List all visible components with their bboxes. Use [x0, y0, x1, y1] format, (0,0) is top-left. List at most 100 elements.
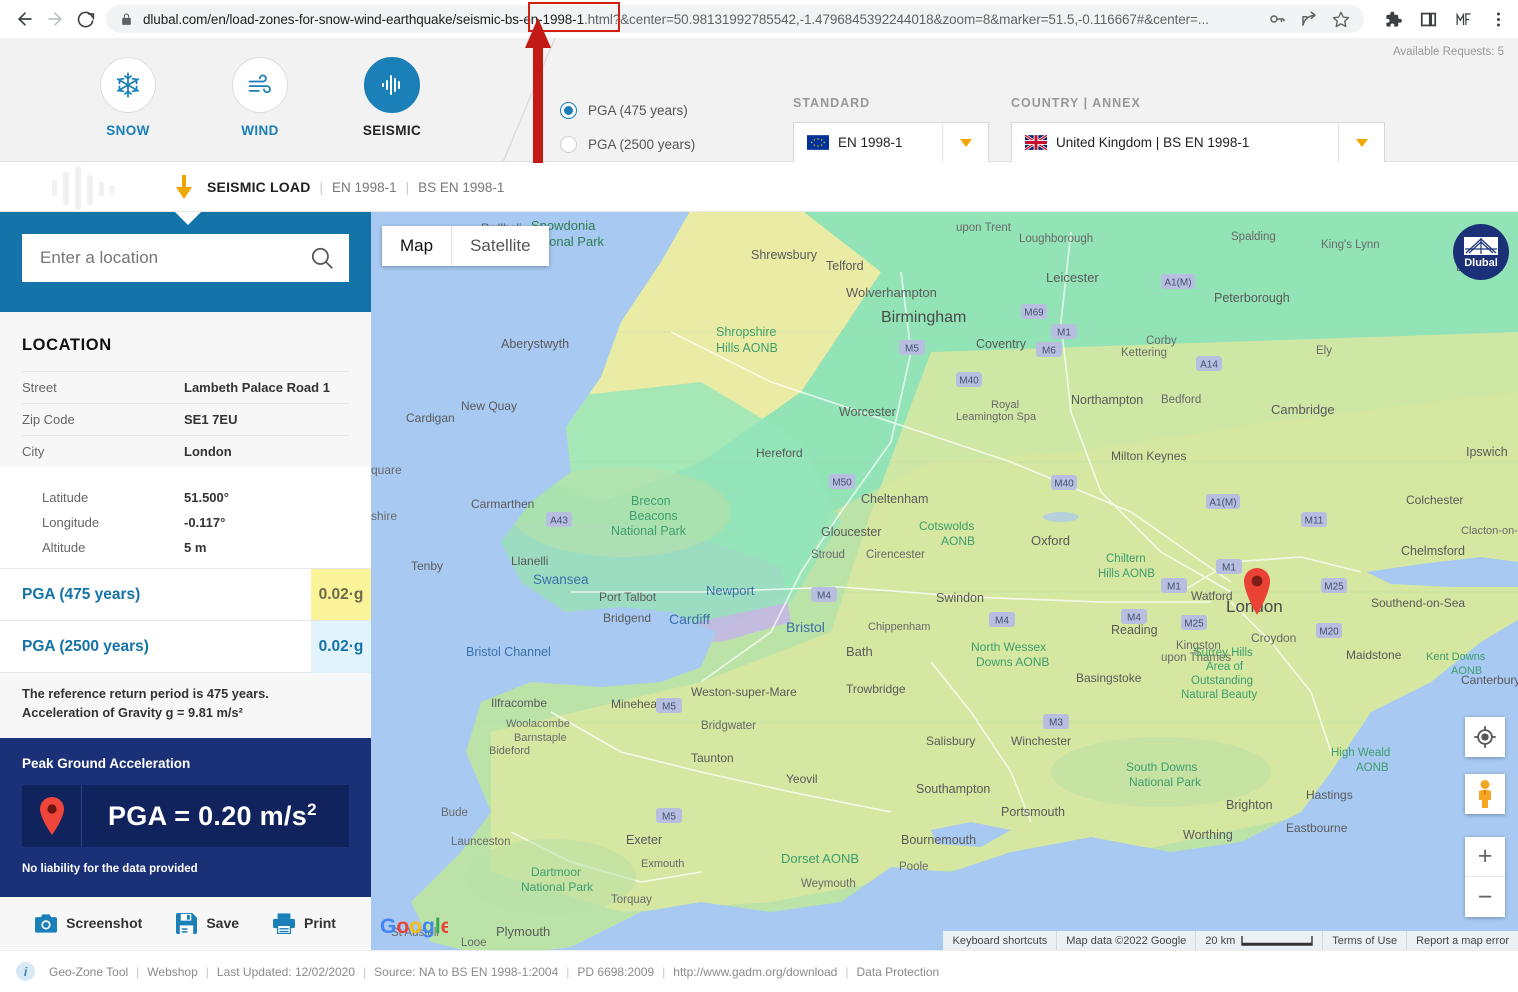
- map-data-credit: Map data ©2022 Google: [1056, 931, 1195, 950]
- map-pin-icon: [22, 785, 82, 848]
- country-label: COUNTRY | ANNEX: [1011, 96, 1141, 110]
- motorway-shield: M50: [829, 474, 855, 489]
- svg-text:M3: M3: [1049, 718, 1063, 729]
- motorway-shield: M11: [1301, 512, 1327, 527]
- print-button[interactable]: Print: [273, 913, 336, 934]
- report-map-error-link[interactable]: Report a map error: [1406, 931, 1518, 950]
- footer-link-1[interactable]: Webshop: [147, 965, 197, 979]
- svg-text:M1: M1: [1167, 582, 1181, 593]
- map-type-satellite-button[interactable]: Satellite: [452, 226, 548, 266]
- location-row-value: London: [184, 444, 232, 459]
- svg-text:M20: M20: [1319, 627, 1339, 638]
- info-icon[interactable]: i: [16, 962, 35, 981]
- street-view-pegman-icon[interactable]: [1465, 774, 1505, 814]
- search-input[interactable]: [40, 248, 309, 268]
- motorway-shield: M4: [1121, 609, 1147, 624]
- lock-icon: [122, 13, 131, 25]
- scale-bar-graphic: [1241, 935, 1313, 946]
- motorway-shield: M5: [656, 698, 682, 713]
- motorway-shield: M1: [1051, 324, 1077, 339]
- three-dot-menu-icon[interactable]: [1489, 10, 1508, 29]
- chevron-down-icon[interactable]: [1338, 123, 1384, 162]
- keyboard-shortcuts-link[interactable]: Keyboard shortcuts: [943, 931, 1056, 950]
- footer-link-0[interactable]: Geo-Zone Tool: [49, 965, 128, 979]
- address-bar[interactable]: dlubal.com/en/load-zones-for-snow-wind-e…: [106, 5, 1364, 33]
- action-label: Screenshot: [66, 915, 143, 932]
- app-header: SNOW WIND SEISMIC PGA (475 years) PGA (2…: [0, 38, 1518, 163]
- zoom-in-button[interactable]: +: [1465, 837, 1505, 877]
- mf-extension-icon[interactable]: [1454, 10, 1473, 29]
- footer-link-3[interactable]: Source: NA to BS EN 1998-1:2004: [374, 965, 558, 979]
- svg-text:A1(M): A1(M): [1164, 278, 1191, 289]
- load-type-seismic[interactable]: SEISMIC: [349, 56, 435, 138]
- pga-formula-exponent: 2: [307, 800, 317, 820]
- country-selector-group: COUNTRY | ANNEX United Kingdom | BS EN 1…: [1011, 96, 1385, 163]
- down-arrow-icon: [176, 175, 192, 199]
- extensions-puzzle-icon[interactable]: [1384, 10, 1403, 29]
- return-period-radios: PGA (475 years) PGA (2500 years): [560, 93, 695, 161]
- back-arrow-icon[interactable]: [10, 4, 40, 34]
- map-type-map-button[interactable]: Map: [382, 226, 453, 266]
- search-icon[interactable]: [309, 245, 335, 271]
- standard-select[interactable]: EN 1998-1: [793, 122, 989, 163]
- location-title: LOCATION: [0, 312, 371, 371]
- sidepanel-icon[interactable]: [1419, 10, 1438, 29]
- load-type-wind[interactable]: WIND: [217, 56, 303, 138]
- share-icon[interactable]: [1300, 10, 1318, 28]
- seismic-load-bar: SEISMIC LOAD | EN 1998-1 | BS EN 1998-1 …: [0, 162, 1518, 212]
- pga-panel-title: Peak Ground Acceleration: [22, 756, 191, 772]
- radio-pga-2500[interactable]: PGA (2500 years): [560, 127, 695, 161]
- search-box[interactable]: [22, 234, 349, 282]
- seismic-load-info: SEISMIC LOAD | EN 1998-1 | BS EN 1998-1: [174, 162, 504, 211]
- svg-text:M40: M40: [959, 376, 979, 387]
- seismic-wave-watermark: [52, 166, 114, 210]
- motorway-shield: M1: [1161, 578, 1187, 593]
- dlubal-logo-badge[interactable]: Dlubal: [1453, 224, 1509, 280]
- standard-value: EN 1998-1: [838, 135, 903, 150]
- footer-link-5[interactable]: http://www.gadm.org/download: [673, 965, 837, 979]
- radio-pga-475[interactable]: PGA (475 years): [560, 93, 695, 127]
- dlubal-bridge-icon: [1464, 236, 1498, 255]
- location-row: Zip Code SE1 7EU: [22, 403, 349, 435]
- motorway-shield: M25: [1321, 578, 1347, 593]
- svg-text:A43: A43: [550, 516, 568, 527]
- save-button[interactable]: Save: [176, 912, 239, 934]
- eu-flag-icon: [807, 135, 829, 150]
- chevron-down-icon[interactable]: [942, 123, 988, 162]
- coordinate-key: Latitude: [42, 490, 89, 505]
- screenshot-button[interactable]: Screenshot: [35, 913, 143, 933]
- map-type-control: Map Satellite: [382, 226, 549, 266]
- location-row: Street Lambeth Palace Road 1: [22, 371, 349, 403]
- footer-link-6[interactable]: Data Protection: [856, 965, 939, 979]
- reload-icon[interactable]: [70, 4, 100, 34]
- terms-of-use-link[interactable]: Terms of Use: [1322, 931, 1406, 950]
- zoom-control: + −: [1465, 837, 1505, 917]
- my-location-icon[interactable]: [1465, 717, 1505, 757]
- motorway-shield: M40: [956, 372, 982, 387]
- country-select[interactable]: United Kingdom | BS EN 1998-1: [1011, 122, 1385, 163]
- footer-link-2[interactable]: Last Updated: 12/02/2020: [217, 965, 355, 979]
- forward-arrow-icon[interactable]: [40, 4, 70, 34]
- footer-separator: |: [662, 964, 666, 979]
- dlubal-badge-text: Dlubal: [1464, 256, 1498, 269]
- key-icon[interactable]: [1268, 10, 1286, 28]
- map-canvas[interactable]: PwllheliSnowdoniaNational ParkShrewsbury…: [371, 212, 1518, 950]
- footer-separator: |: [845, 964, 849, 979]
- svg-text:M4: M4: [995, 616, 1009, 627]
- separator: |: [405, 179, 410, 195]
- footer-link-4[interactable]: PD 6698:2009: [577, 965, 654, 979]
- pga-result-label: PGA (2500 years): [22, 637, 149, 655]
- motorway-shield: A1(M): [1161, 274, 1195, 289]
- pga-result-row-0: PGA (475 years) 0.02·g: [0, 568, 371, 621]
- uk-flag-icon: [1025, 135, 1047, 150]
- pga-note-line1: The reference return period is 475 years…: [22, 686, 269, 701]
- load-type-snow[interactable]: SNOW: [85, 56, 171, 138]
- svg-text:M4: M4: [817, 591, 831, 602]
- load-type-label: SNOW: [106, 122, 150, 138]
- footer-separator: |: [566, 964, 570, 979]
- bookmark-star-icon[interactable]: [1332, 10, 1350, 28]
- zoom-out-button[interactable]: −: [1465, 877, 1505, 917]
- motorway-shield: M5: [899, 340, 925, 355]
- pga-note: The reference return period is 475 years…: [0, 672, 371, 739]
- page-root: dlubal.com/en/load-zones-for-snow-wind-e…: [0, 0, 1518, 992]
